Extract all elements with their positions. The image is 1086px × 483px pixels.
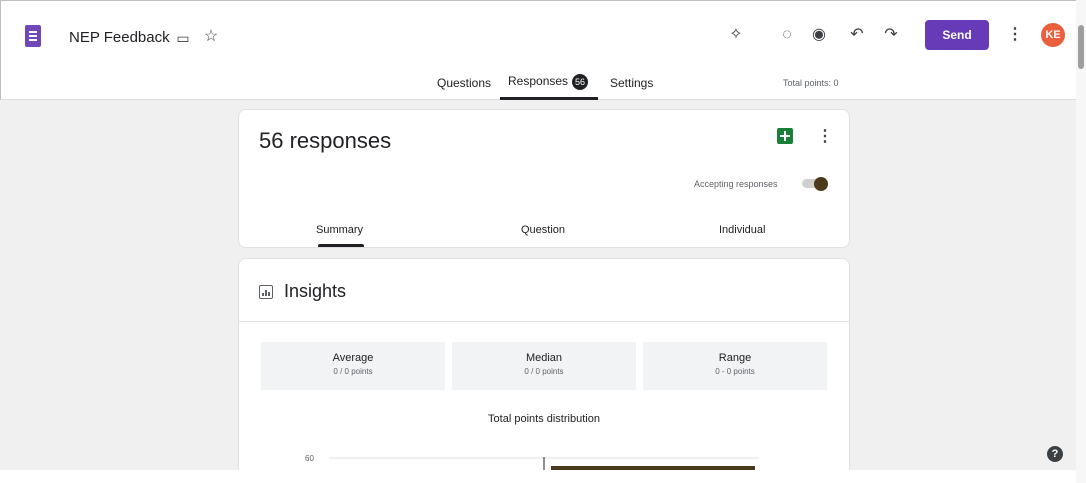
send-button[interactable]: Send <box>925 20 989 50</box>
folder-icon[interactable]: ▭ <box>173 28 193 48</box>
total-points: Total points: 0 <box>783 78 839 88</box>
avatar[interactable]: KE <box>1041 23 1065 47</box>
subtab-question[interactable]: Question <box>521 224 565 236</box>
google-sheets-icon[interactable] <box>777 128 793 144</box>
divider <box>239 321 849 322</box>
responses-count-title: 56 responses <box>259 128 392 153</box>
more-vert-icon[interactable]: ⋮ <box>1005 25 1025 45</box>
star-icon[interactable]: ☆ <box>201 27 221 47</box>
subtab-individual[interactable]: Individual <box>719 224 765 236</box>
stat-range: Range 0 - 0 points <box>643 342 827 390</box>
insights-title: Insights <box>284 281 347 301</box>
top-header: NEP Feedback ▭ ☆ ✧ ◌ ◉ ↶ ↷ Send ⋮ KE Que… <box>0 0 1077 100</box>
active-subtab-indicator <box>318 244 364 247</box>
tab-settings[interactable]: Settings <box>610 76 653 90</box>
form-tabs: Questions Responses 56 Settings Total poi… <box>1 74 1077 100</box>
insights-chart-icon <box>259 285 273 299</box>
responses-card: 56 responses ⋮ Accepting responses Summa… <box>238 109 850 248</box>
stat-label: Average <box>332 352 374 364</box>
stat-median: Median 0 / 0 points <box>452 342 636 390</box>
google-forms-logo-icon[interactable] <box>25 25 41 47</box>
accepting-responses-toggle[interactable] <box>802 177 828 191</box>
redo-icon[interactable]: ↷ <box>881 25 901 45</box>
chart-tick-label: 60 <box>305 454 314 463</box>
subtab-summary[interactable]: Summary <box>316 224 363 236</box>
undo-icon[interactable]: ↶ <box>847 25 867 45</box>
stat-label: Median <box>525 352 563 364</box>
help-icon[interactable]: ? <box>1047 446 1063 462</box>
stat-value: 0 / 0 points <box>524 367 564 376</box>
tab-responses-label: Responses <box>508 74 569 89</box>
form-title[interactable]: NEP Feedback <box>69 29 170 46</box>
tab-responses[interactable]: Responses 56 <box>508 74 589 90</box>
customize-theme-icon[interactable]: ✧ <box>726 25 746 45</box>
accepting-responses-label: Accepting responses <box>694 179 778 189</box>
stat-label: Range <box>718 352 752 364</box>
preview-eye-icon[interactable]: ◉ <box>809 25 829 45</box>
scrollbar-thumb[interactable] <box>1078 25 1084 69</box>
stat-value: 0 / 0 points <box>333 367 373 376</box>
stat-value: 0 - 0 points <box>715 367 755 376</box>
tab-questions[interactable]: Questions <box>437 76 491 90</box>
page-bottom-edge <box>0 470 1076 483</box>
insights-card: Insights Average 0 / 0 points Median 0 /… <box>238 258 850 483</box>
palette-icon[interactable]: ◌ <box>777 25 797 45</box>
more-vert-icon[interactable]: ⋮ <box>817 126 833 146</box>
responses-count-badge: 56 <box>572 74 589 90</box>
vertical-scrollbar[interactable] <box>1076 0 1086 483</box>
forms-responses-page: NEP Feedback ▭ ☆ ✧ ◌ ◉ ↶ ↷ Send ⋮ KE Que… <box>0 0 1086 483</box>
stat-average: Average 0 / 0 points <box>261 342 445 390</box>
active-tab-indicator <box>500 97 598 100</box>
distribution-chart-title: Total points distribution <box>488 413 600 425</box>
